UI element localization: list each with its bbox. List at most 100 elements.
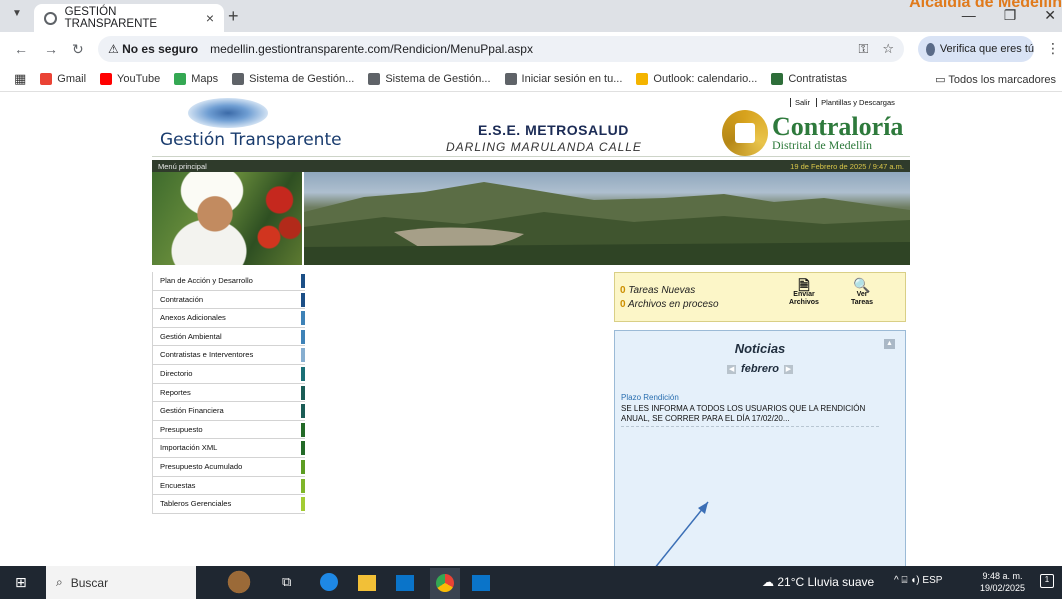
plantillas-link[interactable]: Plantillas y Descargas [816, 98, 899, 107]
mountain-illustration [304, 182, 910, 265]
menu-item-marker [301, 478, 305, 493]
bookmark-label: Gmail [57, 72, 87, 85]
annotation-arrow [655, 501, 709, 566]
system-tray[interactable]: ^ ⌸ ◖) ESP [894, 575, 942, 586]
page-content: Gestión Transparente E.S.E. METROSALUD D… [0, 92, 1062, 566]
menu-item-label: Tableros Gerenciales [160, 499, 232, 509]
menu-kebab-icon[interactable]: ⋮ [1046, 40, 1060, 57]
header-divider [152, 156, 910, 157]
menu-item-marker [301, 441, 305, 456]
all-bookmarks-label: Todos los marcadores [948, 74, 1056, 86]
tab-search-chevron-icon[interactable]: ▼ [12, 8, 22, 19]
bookmark-item[interactable]: Outlook: calendario... [636, 72, 757, 85]
outlook-new-icon[interactable] [472, 575, 490, 591]
files-in-process-line[interactable]: 0 Archivos en proceso [620, 299, 719, 310]
windows-start-icon[interactable]: ⊞ [15, 574, 27, 591]
view-label-2: Tareas [851, 299, 874, 306]
menu-item-marker [301, 366, 305, 381]
notification-icon[interactable]: 1 [1040, 574, 1054, 588]
banner-child-photo [152, 172, 302, 265]
otter-widget-icon[interactable] [214, 570, 264, 594]
prev-month-icon[interactable]: ◀ [727, 364, 737, 374]
menu-item[interactable]: Gestión Ambiental [152, 327, 305, 347]
menu-item-marker [301, 385, 305, 400]
tab-close-icon[interactable]: × [206, 10, 214, 26]
apps-grid-icon[interactable]: ▦ [14, 71, 26, 87]
menu-item-marker [301, 311, 305, 326]
verify-identity-button[interactable]: Verifica que eres tú [918, 36, 1034, 62]
reload-icon[interactable]: ↻ [72, 41, 84, 58]
bookmark-item[interactable]: YouTube [100, 72, 160, 85]
view-tasks-button[interactable]: 🔍 Ver Tareas [851, 277, 874, 307]
top-links: Salir Plantillas y Descargas [790, 98, 899, 107]
taskbar-clock[interactable]: 9:48 a. m. 19/02/2025 [980, 570, 1025, 594]
news-title: Noticias [734, 341, 786, 356]
outlook-icon[interactable] [396, 575, 414, 591]
clock-date: 19/02/2025 [980, 583, 1026, 593]
tab-gestion-transparente[interactable]: GESTIÓN TRANSPARENTE × [34, 4, 224, 32]
send-files-button[interactable]: 🗎 Enviar Archivos [789, 278, 819, 307]
restore-icon[interactable]: ❐ [1004, 7, 1017, 24]
bookmark-item[interactable]: Contratistas [771, 72, 848, 85]
menu-item[interactable]: Contratación [152, 290, 305, 310]
edge-icon[interactable] [320, 573, 338, 591]
bookmark-item[interactable]: Sistema de Gestión... [368, 72, 491, 85]
all-bookmarks[interactable]: ▭ Todos los marcadores [935, 73, 1056, 86]
menu-item-marker [301, 404, 305, 419]
bookmark-item[interactable]: Iniciar sesión en tu... [504, 72, 623, 85]
chrome-taskbar-button[interactable] [430, 568, 460, 599]
menu-item[interactable]: Directorio [152, 364, 305, 384]
bookmark-item[interactable]: Sistema de Gestión... [232, 72, 354, 85]
next-month-icon[interactable]: ▶ [783, 364, 793, 374]
menu-item-label: Reportes [160, 387, 191, 397]
file-explorer-icon[interactable] [358, 575, 376, 591]
weather-widget[interactable]: ☁ 21°C Lluvia suave [762, 575, 874, 589]
view-tasks-icon: 🔍 [853, 277, 871, 293]
menu-item[interactable]: Anexos Adicionales [152, 309, 305, 328]
bookmark-favicon-icon [368, 72, 381, 85]
banner-landscape-photo [304, 172, 910, 265]
forward-icon[interactable]: → [44, 41, 58, 57]
bookmark-label: Iniciar sesión en tu... [521, 72, 623, 85]
menu-item[interactable]: Reportes [152, 383, 305, 403]
bookmark-label: Maps [191, 72, 219, 85]
bookmark-favicon-icon [232, 72, 245, 85]
menu-item[interactable]: Tableros Gerenciales [152, 495, 305, 514]
files-in-process-label: Archivos en proceso [627, 299, 719, 310]
news-item-title[interactable]: Plazo Rendición [621, 393, 679, 402]
tasks-box: 0 Tareas Nuevas 0 Archivos en proceso 🗎 … [614, 272, 906, 322]
new-tab-button[interactable]: + [228, 6, 239, 27]
bookmark-favicon-icon [771, 72, 784, 85]
security-warning[interactable]: ⚠ No es seguro [108, 42, 198, 56]
minimize-icon[interactable]: — [962, 7, 976, 24]
contraloria-logo-icon [722, 110, 768, 156]
menu-item-label: Plan de Acción y Desarrollo [160, 276, 253, 285]
salir-link[interactable]: Salir [790, 98, 815, 107]
new-tasks-line[interactable]: 0 Tareas Nuevas [620, 285, 695, 296]
menu-principal-label: Menú principal [158, 161, 207, 171]
send-label-2: Archivos [789, 299, 819, 306]
language-indicator[interactable]: ESP [922, 575, 942, 586]
bookmark-item[interactable]: Gmail [40, 72, 87, 85]
menu-item[interactable]: Contratistas e Interventores [152, 346, 305, 365]
url-text[interactable]: medellin.gestiontransparente.com/Rendici… [210, 42, 533, 56]
menu-item-marker [301, 497, 305, 512]
bookmark-item[interactable]: Maps [174, 72, 219, 85]
menu-item[interactable]: Presupuesto Acumulado [152, 457, 305, 477]
address-bar[interactable]: ⚠ No es seguro medellin.gestiontranspare… [98, 36, 904, 62]
bookmark-label: Contratistas [788, 72, 848, 85]
menu-item[interactable]: Gestión Financiera [152, 402, 305, 421]
weather-text: 21°C Lluvia suave [777, 575, 875, 589]
logo-text-part1: Gestión Tra [160, 130, 256, 150]
menu-item[interactable]: Importación XML [152, 439, 305, 458]
bookmark-star-icon[interactable]: ☆ [882, 41, 894, 57]
menu-item[interactable]: Encuestas [152, 476, 305, 496]
menu-item[interactable]: Plan de Acción y Desarrollo [152, 272, 305, 291]
close-window-icon[interactable]: ✕ [1044, 7, 1056, 24]
menu-item[interactable]: Presupuesto [152, 420, 305, 440]
password-key-icon[interactable]: ⚿ [858, 41, 868, 57]
taskbar-search[interactable]: ⌕ Buscar [46, 566, 196, 599]
back-icon[interactable]: ← [14, 41, 28, 57]
task-view-icon[interactable]: ⧉ [282, 574, 291, 590]
bookmark-favicon-icon [636, 72, 649, 85]
